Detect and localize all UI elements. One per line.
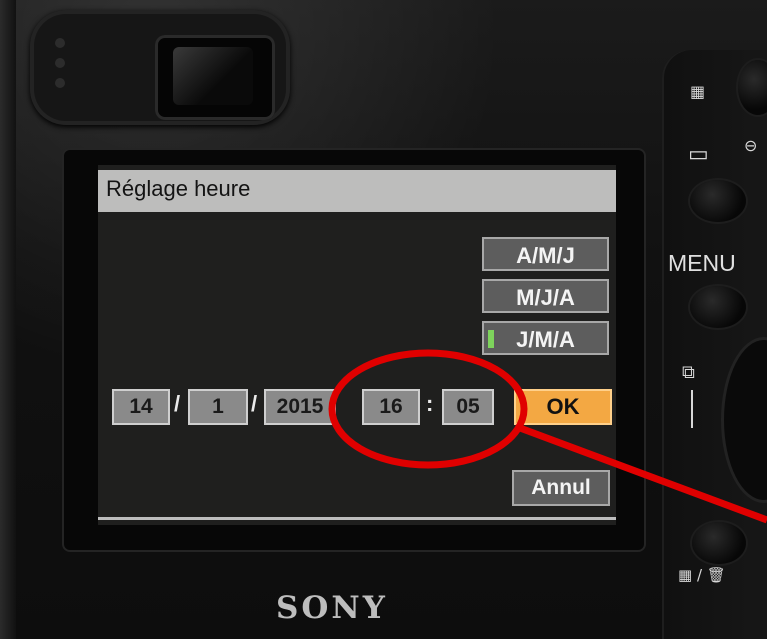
camera-back: Réglage heure A/M/J M/J/A J/M/A 14 / 1 /…	[0, 0, 767, 639]
annotation-overlay	[328, 349, 767, 524]
highlight-circle	[328, 349, 528, 469]
pointer-line	[518, 424, 767, 524]
